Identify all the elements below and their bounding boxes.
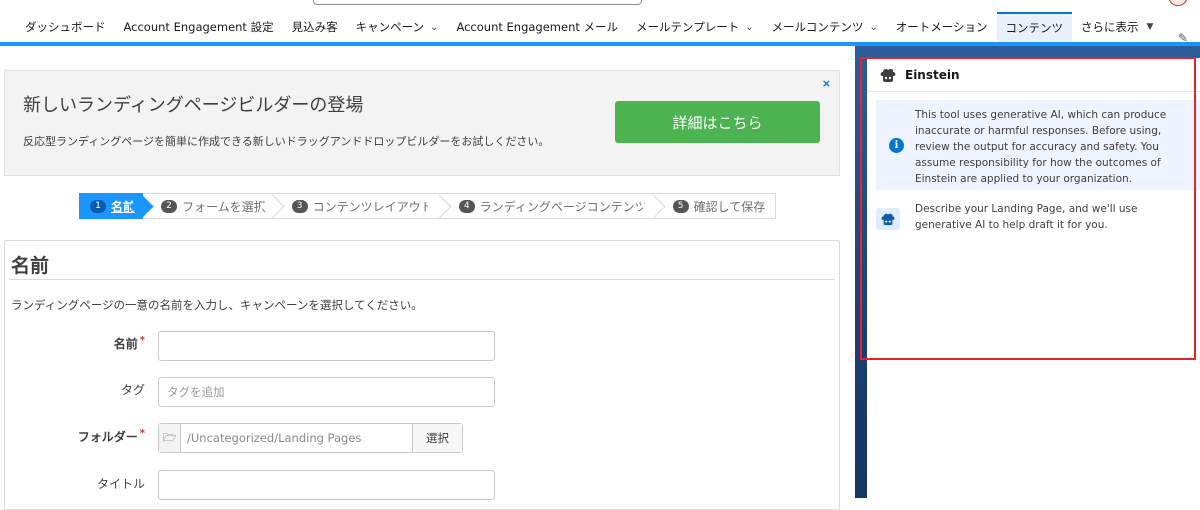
einstein-message: Describe your Landing Page, and we'll us… — [915, 203, 1138, 231]
nav-item-label: メールテンプレート — [636, 20, 740, 34]
step-landing-page-content[interactable]: 4 ランディングページコンテンツ — [440, 193, 666, 219]
name-field-label: 名前 * — [5, 335, 145, 352]
name-field[interactable] — [158, 331, 495, 361]
step-name[interactable]: 1 名前 — [79, 193, 154, 219]
einstein-icon — [880, 68, 896, 82]
title-field[interactable] — [158, 470, 495, 500]
label-text: フォルダー — [77, 430, 138, 444]
label-text: 名前 — [113, 337, 138, 351]
chevron-down-icon[interactable]: ⌄ — [869, 22, 877, 33]
tag-field-label: タグ — [5, 381, 145, 398]
nav-item-label: オートメーション — [895, 20, 988, 34]
banner-title: 新しいランディングページビルダーの登場 — [23, 95, 364, 116]
nav-item-prospects[interactable]: 見込み客 — [283, 12, 347, 42]
einstein-header: Einstein — [867, 58, 1200, 92]
ai-disclaimer-text: This tool uses generative AI, which can … — [915, 109, 1167, 185]
nav-item-label: 見込み客 — [291, 20, 338, 34]
avatar[interactable] — [1168, 0, 1188, 6]
nav-item-dashboard[interactable]: ダッシュボード — [16, 12, 115, 42]
step-review-save[interactable]: 5 確認して保存 — [654, 193, 777, 219]
step-label: フォームを選択 — [182, 199, 266, 214]
nav-item-label: Account Engagement メール — [456, 20, 619, 34]
step-select-form[interactable]: 2 フォームを選択 — [143, 193, 285, 219]
step-number: 1 — [90, 199, 106, 213]
step-number: 4 — [458, 199, 475, 213]
required-marker: * — [139, 335, 145, 346]
folder-picker: 🗁 /Uncategorized/Landing Pages 選択 — [158, 423, 463, 453]
einstein-panel: Einstein i This tool uses generative AI,… — [867, 58, 1200, 498]
nav-more-label: さらに表示 — [1081, 20, 1139, 34]
label-text: タグ — [120, 383, 145, 397]
divider — [9, 279, 835, 280]
panel-gutter — [840, 46, 855, 498]
step-label: 確認して保存 — [693, 199, 766, 214]
form-description: ランディングページの一意の名前を入力し、キャンペーンを選択してください。 — [11, 298, 423, 312]
nav-item-content[interactable]: コンテンツ — [996, 12, 1073, 42]
step-label: ランディングページコンテンツ — [479, 199, 647, 214]
builder-promo-banner: × 新しいランディングページビルダーの登場 反応型ランディングページを簡単に作成… — [4, 70, 840, 176]
nav-item-label: Account Engagement 設定 — [123, 20, 274, 34]
nav-item-label: ダッシュボード — [25, 20, 106, 34]
step-label: コンテンツレイアウト — [312, 199, 433, 214]
nav-item-label: キャンペーン — [355, 20, 425, 34]
label-text: タイトル — [96, 477, 145, 491]
nav-item-label: コンテンツ — [1005, 21, 1064, 35]
chevron-down-icon[interactable]: ⌄ — [430, 22, 438, 33]
nav-more-menu[interactable]: さらに表示 ▼ — [1072, 12, 1162, 42]
required-marker: * — [139, 428, 145, 439]
step-number: 3 — [291, 199, 308, 213]
nav-item-ae-settings[interactable]: Account Engagement 設定 — [115, 12, 283, 42]
wizard-stepper: 1 名前 2 フォームを選択 3 コンテンツレイアウト 4 ランディングページコ… — [79, 193, 777, 219]
global-search-input[interactable] — [313, 0, 642, 5]
banner-description: 反応型ランディングページを簡単に作成できる新しいドラッグアンドドロップビルダーを… — [23, 135, 550, 148]
folder-field-label: フォルダー * — [5, 428, 145, 445]
app-navigation-bar: ダッシュボード Account Engagement 設定 見込み客 キャンペー… — [0, 12, 1200, 45]
tag-input[interactable]: タグを追加 — [158, 377, 495, 407]
chevron-down-icon[interactable]: ⌄ — [745, 22, 753, 33]
step-number: 5 — [672, 199, 689, 213]
caret-down-icon: ▼ — [1146, 22, 1154, 32]
nav-item-ae-email[interactable]: Account Engagement メール — [447, 12, 627, 42]
einstein-title: Einstein — [905, 67, 960, 82]
step-number: 2 — [161, 199, 178, 213]
ai-disclaimer-notice: i This tool uses generative AI, which ca… — [876, 100, 1200, 190]
learn-more-button[interactable]: 詳細はこちら — [615, 101, 820, 143]
nav-item-campaigns[interactable]: キャンペーン ⌄ — [347, 12, 448, 42]
folder-path-field[interactable]: /Uncategorized/Landing Pages — [181, 424, 412, 452]
einstein-avatar-icon — [876, 208, 900, 230]
header-strip — [0, 0, 1200, 12]
nav-item-email-templates[interactable]: メールテンプレート ⌄ — [627, 12, 763, 42]
close-icon[interactable]: × — [822, 77, 831, 90]
nav-item-email-content[interactable]: メールコンテンツ ⌄ — [763, 12, 887, 42]
step-content-layout[interactable]: 3 コンテンツレイアウト — [273, 193, 452, 219]
folder-icon: 🗁 — [159, 424, 181, 452]
form-heading: 名前 — [11, 255, 50, 277]
info-icon: i — [889, 138, 904, 153]
select-folder-button[interactable]: 選択 — [412, 424, 462, 452]
nav-item-automation[interactable]: オートメーション — [887, 12, 997, 42]
nav-item-label: メールコンテンツ — [771, 20, 864, 34]
title-field-label: タイトル — [5, 475, 145, 492]
name-form-panel: 名前 ランディングページの一意の名前を入力し、キャンペーンを選択してください。 … — [4, 240, 840, 510]
